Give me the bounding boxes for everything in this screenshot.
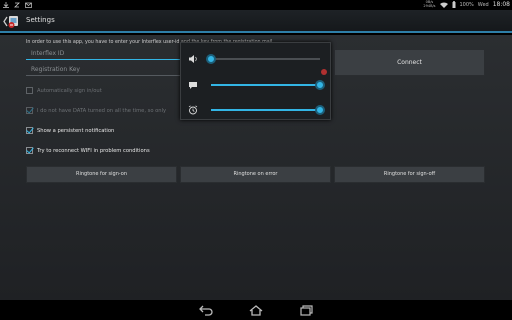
- download-notification-icon: [3, 2, 9, 8]
- alarm-volume-row: [181, 100, 332, 120]
- volume-panel: [180, 42, 331, 120]
- no-data-label: I do not have DATA turned on all the tim…: [37, 107, 167, 114]
- alarm-clock-icon[interactable]: [188, 105, 198, 115]
- home-icon[interactable]: [248, 303, 264, 317]
- persistent-notification-checkbox[interactable]: [26, 127, 33, 134]
- persistent-notification-label: Show a persistent notification: [37, 127, 115, 134]
- app-back-icon[interactable]: [3, 14, 19, 29]
- mail-notification-icon: [25, 2, 32, 8]
- alarm-volume-knob[interactable]: [315, 105, 325, 115]
- wifi-icon: [439, 1, 448, 8]
- registration-key-placeholder: Registration Key: [31, 66, 80, 73]
- alarm-volume-fill: [211, 109, 320, 111]
- alarm-volume-slider[interactable]: [211, 105, 325, 115]
- back-icon[interactable]: [198, 303, 214, 317]
- battery-icon: [452, 1, 455, 8]
- speaker-icon[interactable]: [188, 54, 198, 64]
- no-data-option[interactable]: I do not have DATA turned on all the tim…: [26, 107, 166, 114]
- clock: 18:08: [492, 1, 510, 8]
- connect-button[interactable]: Connect: [334, 49, 485, 76]
- notification-volume-row: [181, 75, 332, 95]
- ringtone-sign-off-button[interactable]: Ringtone for sign-off: [334, 166, 485, 183]
- reconnect-wifi-label: Try to reconnect WIFI in problem conditi…: [37, 147, 150, 154]
- reconnect-wifi-option[interactable]: Try to reconnect WIFI in problem conditi…: [26, 147, 150, 154]
- persistent-notification-option[interactable]: Show a persistent notification: [26, 127, 114, 134]
- auto-sign-checkbox[interactable]: [26, 87, 33, 94]
- network-speed: 0B/s 294B/s: [423, 0, 436, 8]
- navigation-bar: [0, 300, 512, 320]
- recent-apps-icon[interactable]: [298, 303, 314, 317]
- chat-bubble-icon[interactable]: [188, 80, 198, 90]
- media-volume-row: [181, 49, 332, 69]
- status-bar: 0B/s 294B/s 100% Wed 18:08: [0, 0, 512, 10]
- z-notification-icon: [14, 2, 20, 8]
- media-volume-knob[interactable]: [206, 54, 216, 64]
- ringtone-sign-on-button[interactable]: Ringtone for sign-on: [26, 166, 177, 183]
- reconnect-wifi-checkbox[interactable]: [26, 147, 33, 154]
- auto-sign-option[interactable]: Automatically sign in/out: [26, 87, 102, 94]
- user-id-field[interactable]: Interflex ID: [26, 48, 180, 60]
- action-bar: Settings: [0, 10, 512, 33]
- auto-sign-label: Automatically sign in/out: [37, 87, 102, 94]
- no-data-checkbox[interactable]: [26, 107, 33, 114]
- registration-key-field[interactable]: Registration Key: [26, 64, 180, 76]
- media-volume-slider[interactable]: [206, 54, 320, 64]
- day-label: Wed: [477, 1, 489, 8]
- battery-percent: 100%: [459, 1, 474, 8]
- notification-volume-fill: [211, 84, 320, 86]
- page-title: Settings: [26, 16, 55, 24]
- ringtone-error-button[interactable]: Ringtone on error: [180, 166, 331, 183]
- user-id-placeholder: Interflex ID: [31, 50, 65, 57]
- notification-volume-slider[interactable]: [211, 80, 325, 90]
- notification-volume-knob[interactable]: [315, 80, 325, 90]
